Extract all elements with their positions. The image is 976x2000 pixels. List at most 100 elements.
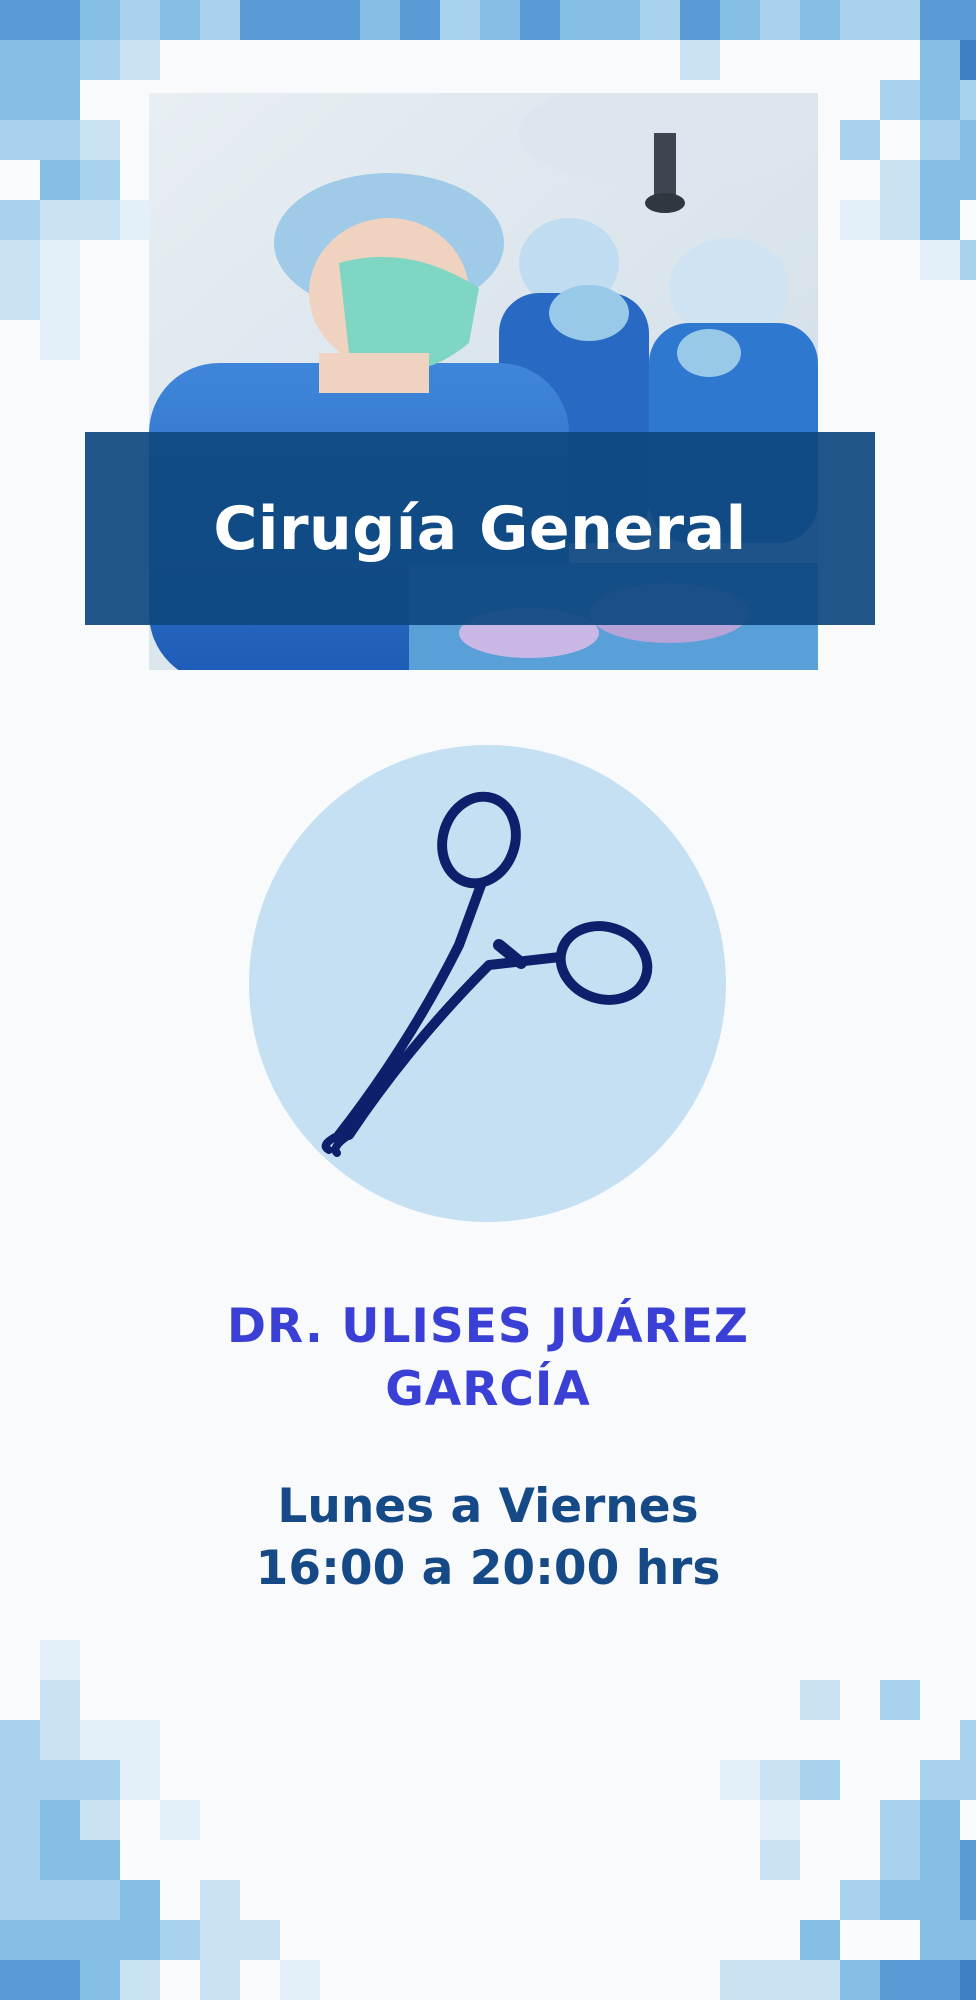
pixel-tile: [280, 0, 320, 40]
pixel-tile: [40, 160, 80, 200]
pixel-tile: [760, 1960, 800, 2000]
pixel-tile: [40, 80, 80, 120]
pixel-tile: [40, 240, 80, 280]
pixel-tile: [640, 0, 680, 40]
pixel-tile: [960, 1840, 976, 1880]
pixel-tile: [920, 1760, 960, 1800]
pixel-tile: [960, 1880, 976, 1920]
pixel-tile: [840, 0, 880, 40]
pixel-tile: [40, 1640, 80, 1680]
pixel-tile: [120, 1920, 160, 1960]
pixel-tile: [840, 1880, 880, 1920]
pixel-tile: [920, 1920, 960, 1960]
pixel-tile: [520, 0, 560, 40]
pixel-tile: [960, 240, 976, 280]
pixel-tile: [720, 1960, 760, 2000]
specialty-icon-circle: [249, 745, 726, 1222]
pixel-tile: [880, 1800, 920, 1840]
pixel-tile: [0, 80, 40, 120]
pixel-tile: [920, 1800, 960, 1840]
pixel-tile: [960, 40, 976, 80]
pixel-tile: [120, 1760, 160, 1800]
title-banner: Cirugía General: [85, 432, 875, 625]
pixel-tile: [0, 1800, 40, 1840]
pixel-tile: [40, 1680, 80, 1720]
pixel-tile: [880, 1680, 920, 1720]
pixel-tile: [760, 1800, 800, 1840]
pixel-tile: [920, 40, 960, 80]
pixel-tile: [840, 200, 880, 240]
pixel-tile: [40, 1960, 80, 2000]
pixel-tile: [160, 1920, 200, 1960]
pixel-tile: [40, 1800, 80, 1840]
pixel-tile: [200, 1960, 240, 2000]
pixel-tile: [40, 1760, 80, 1800]
pixel-tile: [360, 0, 400, 40]
pixel-tile: [600, 0, 640, 40]
pixel-tile: [40, 1920, 80, 1960]
pixel-tile: [880, 80, 920, 120]
pixel-tile: [880, 1840, 920, 1880]
pixel-tile: [880, 1960, 920, 2000]
doctor-name-line1: DR. ULISES JUÁREZ: [226, 1299, 750, 1354]
pixel-tile: [920, 120, 960, 160]
pixel-tile: [920, 200, 960, 240]
pixel-tile: [920, 80, 960, 120]
pixel-tile: [880, 200, 920, 240]
pixel-tile: [960, 1920, 976, 1960]
pixel-tile: [960, 120, 976, 160]
pixel-tile: [200, 1920, 240, 1960]
pixel-tile: [40, 40, 80, 80]
pixel-tile: [240, 1920, 280, 1960]
pixel-tile: [680, 40, 720, 80]
pixel-tile: [40, 1880, 80, 1920]
pixel-tile: [880, 160, 920, 200]
pixel-tile: [40, 0, 80, 40]
pixel-tile: [80, 120, 120, 160]
pixel-tile: [840, 120, 880, 160]
pixel-tile: [40, 200, 80, 240]
pixel-tile: [760, 1840, 800, 1880]
pixel-tile: [80, 1960, 120, 2000]
pixel-tile: [0, 1760, 40, 1800]
pixel-tile: [80, 1920, 120, 1960]
pixel-tile: [80, 1800, 120, 1840]
pixel-tile: [280, 1960, 320, 2000]
pixel-tile: [120, 1720, 160, 1760]
pixel-tile: [480, 0, 520, 40]
pixel-tile: [0, 1840, 40, 1880]
pixel-tile: [0, 240, 40, 280]
pixel-tile: [0, 40, 40, 80]
pixel-tile: [440, 0, 480, 40]
pixel-tile: [920, 1840, 960, 1880]
pixel-tile: [40, 1720, 80, 1760]
pixel-tile: [680, 0, 720, 40]
pixel-tile: [120, 1880, 160, 1920]
pixel-tile: [40, 280, 80, 320]
pixel-tile: [920, 1960, 960, 2000]
pixel-tile: [40, 1840, 80, 1880]
pixel-tile: [560, 0, 600, 40]
pixel-tile: [960, 80, 976, 120]
pixel-tile: [120, 1960, 160, 2000]
pixel-tile: [200, 0, 240, 40]
pixel-tile: [320, 0, 360, 40]
pixel-tile: [80, 200, 120, 240]
pixel-tile: [720, 1760, 760, 1800]
pixel-tile: [0, 0, 40, 40]
pixel-tile: [0, 200, 40, 240]
pixel-tile: [120, 0, 160, 40]
pixel-tile: [0, 1880, 40, 1920]
doctor-name-line2: GARCÍA: [385, 1362, 591, 1417]
pixel-tile: [40, 320, 80, 360]
pixel-tile: [0, 280, 40, 320]
office-schedule: Lunes a Viernes 16:00 a 20:00 hrs: [88, 1476, 888, 1600]
pixel-tile: [840, 1960, 880, 2000]
page-title: Cirugía General: [213, 493, 747, 564]
pixel-tile: [720, 0, 760, 40]
pixel-tile: [920, 0, 960, 40]
pixel-tile: [800, 1920, 840, 1960]
pixel-tile: [0, 1960, 40, 2000]
pixel-tile: [760, 1760, 800, 1800]
pixel-tile: [0, 120, 40, 160]
